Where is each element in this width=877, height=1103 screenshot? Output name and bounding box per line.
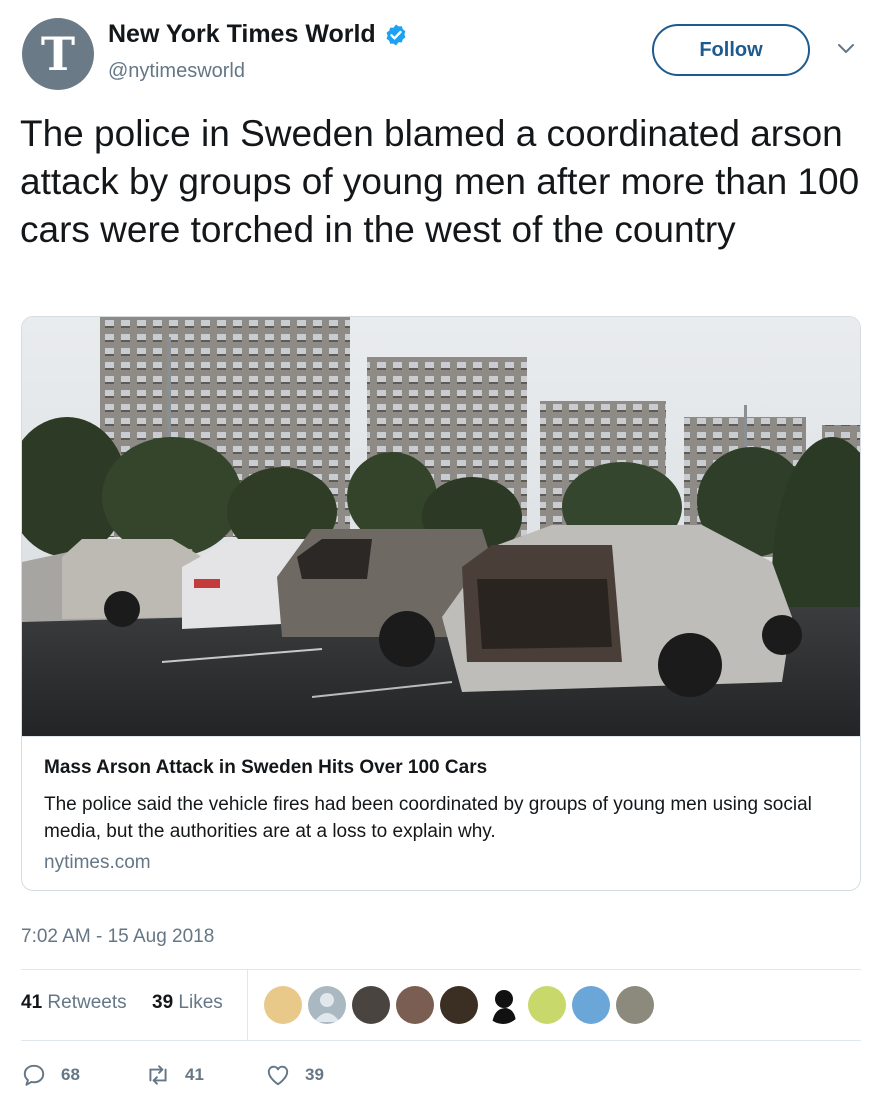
author-avatar[interactable]: T <box>22 18 94 90</box>
card-title[interactable]: Mass Arson Attack in Sweden Hits Over 10… <box>44 757 487 779</box>
card-description: The police said the vehicle fires had be… <box>44 794 812 842</box>
card-body: Mass Arson Attack in Sweden Hits Over 10… <box>22 736 860 890</box>
avatar[interactable] <box>308 986 346 1024</box>
tweet-timestamp[interactable]: 7:02 AM - 15 Aug 2018 <box>21 926 214 948</box>
nyt-logo-icon: T <box>40 27 76 81</box>
author-name-row: New York Times World <box>108 20 408 49</box>
likes-count: 39 <box>152 992 174 1013</box>
avatar[interactable] <box>264 986 302 1024</box>
avatar[interactable] <box>528 986 566 1024</box>
like-action[interactable]: 39 <box>265 1058 324 1092</box>
tweet-header: T New York Times World @nytimesworld Fol… <box>22 18 862 90</box>
retweet-icon <box>149 1065 167 1085</box>
heart-icon <box>267 1065 289 1086</box>
retweets-label: Retweets <box>47 992 127 1013</box>
retweets-stat[interactable]: 41 Retweets <box>21 992 127 1014</box>
retweets-count: 41 <box>21 992 43 1013</box>
likes-stat[interactable]: 39 Likes <box>152 992 223 1014</box>
likes-label: Likes <box>178 992 223 1013</box>
reply-action[interactable]: 68 <box>21 1058 80 1092</box>
avatar[interactable] <box>572 986 610 1024</box>
like-count: 39 <box>305 1065 324 1084</box>
retweet-count: 41 <box>185 1065 204 1084</box>
tweet-actions: 68 41 39 <box>21 1058 861 1094</box>
avatar[interactable] <box>396 986 434 1024</box>
default-user-icon <box>314 993 340 1022</box>
tweet-text: The police in Sweden blamed a coordinate… <box>20 113 860 250</box>
tweet-stats: 41 Retweets 39 Likes <box>21 969 861 1041</box>
author-handle[interactable]: @nytimesworld <box>108 60 245 83</box>
silhouette-icon <box>492 990 516 1024</box>
follow-button[interactable]: Follow <box>652 24 810 76</box>
avatar[interactable] <box>440 986 478 1024</box>
avatar[interactable] <box>484 986 522 1024</box>
author-display-name[interactable]: New York Times World <box>108 20 376 49</box>
link-preview-card[interactable]: Mass Arson Attack in Sweden Hits Over 10… <box>21 316 861 891</box>
avatar[interactable] <box>616 986 654 1024</box>
avatar[interactable] <box>352 986 390 1024</box>
chevron-down-icon[interactable] <box>834 36 858 60</box>
card-domain: nytimes.com <box>44 852 151 873</box>
retweet-action[interactable]: 41 <box>145 1058 204 1092</box>
stats-divider <box>247 970 248 1041</box>
reply-icon <box>23 1064 45 1086</box>
reply-count: 68 <box>61 1065 80 1084</box>
verified-badge-icon <box>386 24 406 45</box>
burned-cars-photo <box>22 317 860 736</box>
